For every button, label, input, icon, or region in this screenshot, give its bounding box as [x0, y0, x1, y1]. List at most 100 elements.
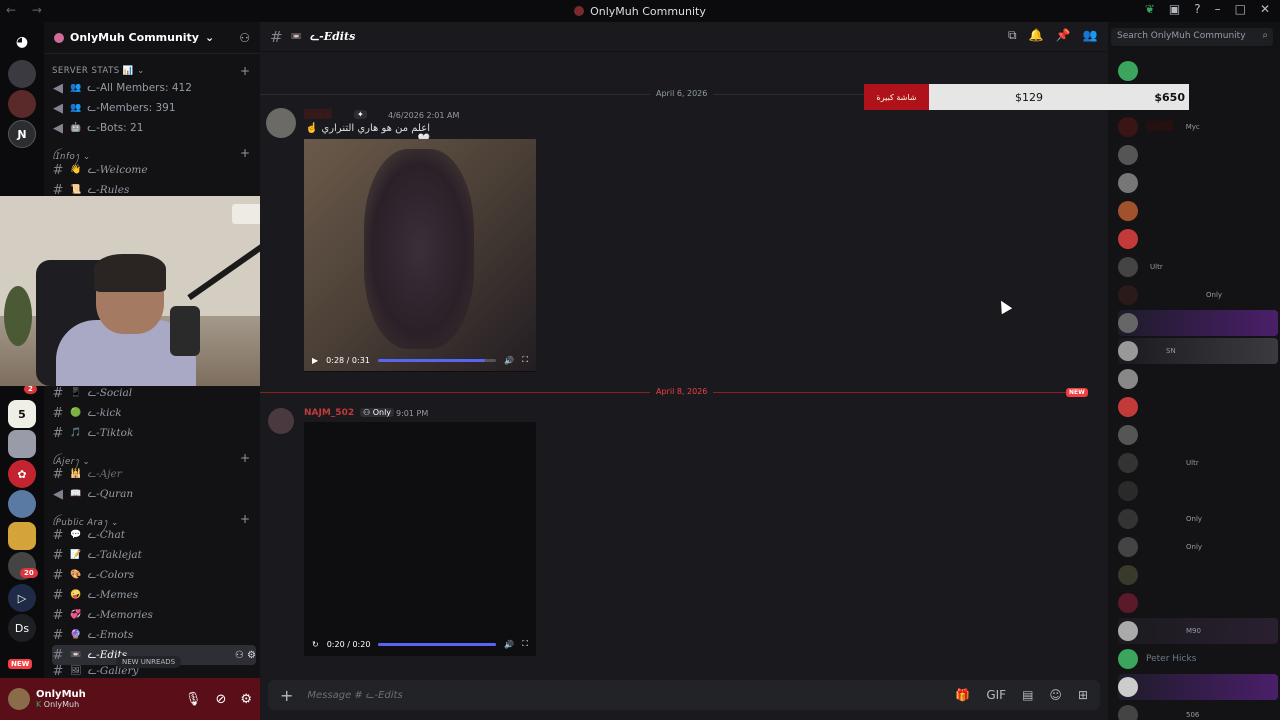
threads-icon[interactable]: ⧉: [1008, 28, 1017, 43]
inbox-icon[interactable]: ▣: [1169, 2, 1180, 16]
search-input[interactable]: Search OnlyMuh Community ⌕: [1111, 28, 1273, 46]
leaf-icon[interactable]: ❦: [1145, 2, 1155, 16]
add-member-icon[interactable]: ⚇: [239, 31, 250, 45]
member-item[interactable]: Peter Hicks: [1118, 646, 1278, 672]
video-progress-bar[interactable]: [377, 358, 497, 362]
channel-bots[interactable]: ◀ 🤖 ᓚ-Bots: 21: [52, 118, 256, 138]
add-channel-icon[interactable]: +: [240, 451, 251, 465]
channel-kick[interactable]: # 🟢 ᓚ-kick: [52, 403, 256, 423]
guild-icon[interactable]: [8, 522, 36, 550]
message-composer[interactable]: + Message # ᓚ-Edits 🎁 GIF ▤ ☺ ⊞: [268, 680, 1100, 710]
guild-ds-icon[interactable]: Ds: [8, 614, 36, 642]
replay-icon[interactable]: ↻: [312, 640, 319, 649]
member-item[interactable]: [1118, 562, 1278, 588]
video-player[interactable]: ▶ 0:28 / 0:31 🔊 ⛶: [304, 139, 536, 372]
headphones-muted-icon[interactable]: ⊘: [215, 692, 226, 707]
member-item[interactable]: M90: [1118, 618, 1278, 644]
channel-ajer[interactable]: # 🕌 ᓚ-Ajer: [52, 464, 256, 484]
nav-arrows[interactable]: ← →: [6, 3, 48, 17]
speaker-icon: ◀: [53, 120, 63, 136]
member-item[interactable]: Ultr: [1118, 450, 1278, 476]
add-channel-icon[interactable]: +: [240, 64, 251, 78]
channel-tiktok[interactable]: # 🎵 ᓚ-Tiktok: [52, 423, 256, 443]
channel-all-members[interactable]: ◀ 👥 ᓚ-All Members: 412: [52, 78, 256, 98]
message-author[interactable]: NAJM_502: [304, 408, 354, 418]
member-item[interactable]: [1118, 590, 1278, 616]
apps-icon[interactable]: ⊞: [1078, 688, 1088, 702]
channel-members[interactable]: ◀ 👥 ᓚ-Members: 391: [52, 98, 256, 118]
emoji-icon[interactable]: ☺: [1049, 688, 1062, 702]
add-channel-icon[interactable]: +: [240, 146, 251, 160]
role-icon: ⚇: [363, 408, 373, 417]
discord-home-icon[interactable]: ◕: [8, 28, 36, 56]
guild-icon[interactable]: [8, 60, 36, 88]
channel-colors[interactable]: # 🎨 ᓚ-Colors: [52, 565, 256, 585]
avatar[interactable]: [268, 408, 294, 434]
gif-icon[interactable]: GIF: [986, 688, 1006, 702]
member-item[interactable]: Only: [1118, 282, 1278, 308]
member-item[interactable]: [1118, 198, 1278, 224]
maximize-icon[interactable]: □: [1235, 2, 1246, 16]
guild-icon[interactable]: [8, 490, 36, 518]
add-attachment-icon[interactable]: +: [280, 686, 293, 705]
member-item[interactable]: [1118, 478, 1278, 504]
member-item[interactable]: [1118, 422, 1278, 448]
member-item[interactable]: [1118, 394, 1278, 420]
member-item[interactable]: [1118, 142, 1278, 168]
member-item[interactable]: [1118, 226, 1278, 252]
channel-taklejat[interactable]: # 📝 ᓚ-Taklejat: [52, 545, 256, 565]
guild-icon[interactable]: [8, 90, 36, 118]
video-player[interactable]: ↻ 0:20 / 0:20 🔊 ⛶: [304, 422, 536, 656]
user-info[interactable]: OnlyMuh K OnlyMuh: [36, 689, 86, 709]
member-item[interactable]: [1118, 310, 1278, 336]
category-server-stats[interactable]: SERVER STATS 📊 ⌄ +: [52, 64, 250, 78]
pin-icon[interactable]: 📌: [1056, 28, 1071, 43]
member-item[interactable]: [1118, 366, 1278, 392]
bell-icon[interactable]: 🔔: [1029, 28, 1044, 43]
members-icon[interactable]: 👥: [1082, 28, 1097, 43]
new-unreads-pill[interactable]: NEW UNREADS: [116, 656, 182, 668]
member-item[interactable]: Ultr: [1118, 254, 1278, 280]
volume-icon[interactable]: 🔊: [504, 640, 514, 649]
member-item[interactable]: Only: [1118, 534, 1278, 560]
member-item[interactable]: [1118, 674, 1278, 700]
guild-icon[interactable]: [8, 430, 36, 458]
channel-welcome[interactable]: # 👋 ᓚ-Welcome: [52, 160, 256, 180]
guild-onlymuh-icon[interactable]: Ɲ: [8, 120, 36, 148]
play-icon[interactable]: ▶: [312, 356, 318, 365]
channel-memories[interactable]: # 💞 ᓚ-Memories: [52, 605, 256, 625]
video-progress-bar[interactable]: [378, 642, 497, 646]
minimize-icon[interactable]: –: [1215, 2, 1221, 16]
channel-settings-icon[interactable]: ⚇ ⚙: [235, 650, 256, 661]
avatar[interactable]: [8, 688, 30, 710]
channel-emots[interactable]: # 🔮 ᓚ-Emots: [52, 625, 256, 645]
member-item[interactable]: Only: [1118, 506, 1278, 532]
mic-icon[interactable]: 🎙: [185, 692, 202, 707]
member-item[interactable]: SN: [1118, 338, 1278, 364]
close-icon[interactable]: ✕: [1260, 2, 1270, 16]
hash-icon: #: [52, 527, 64, 543]
guild-icon[interactable]: 5: [8, 400, 36, 428]
server-header[interactable]: OnlyMuh Community ⌄ ⚇: [44, 22, 260, 54]
avatar[interactable]: [266, 108, 296, 138]
channel-quran[interactable]: ◀ 📖 ᓚ-Quran: [52, 484, 256, 504]
message-author[interactable]: ▓▓▓▓: [304, 110, 332, 120]
member-item[interactable]: [1118, 170, 1278, 196]
volume-icon[interactable]: 🔊: [504, 356, 514, 365]
fullscreen-icon[interactable]: ⛶: [522, 355, 528, 365]
channel-header: # 📼 ᓚ-Edits: [260, 22, 1108, 52]
member-item[interactable]: ▓▓▓▓ Myc: [1118, 114, 1278, 140]
channel-social[interactable]: # 📱 ᓚ-Social: [52, 383, 256, 403]
help-icon[interactable]: ?: [1194, 2, 1200, 16]
member-item[interactable]: [1118, 58, 1278, 84]
guild-icon[interactable]: ✿: [8, 460, 36, 488]
guild-icon[interactable]: ▷: [8, 584, 36, 612]
gift-icon[interactable]: 🎁: [955, 688, 970, 702]
member-item[interactable]: 506: [1118, 702, 1278, 720]
add-channel-icon[interactable]: +: [240, 512, 251, 526]
channel-chat[interactable]: # 💬 ᓚ-Chat: [52, 525, 256, 545]
gear-icon[interactable]: ⚙: [240, 692, 252, 707]
sticker-icon[interactable]: ▤: [1022, 688, 1033, 702]
channel-memes[interactable]: # 🤪 ᓚ-Memes: [52, 585, 256, 605]
fullscreen-icon[interactable]: ⛶: [522, 639, 528, 649]
